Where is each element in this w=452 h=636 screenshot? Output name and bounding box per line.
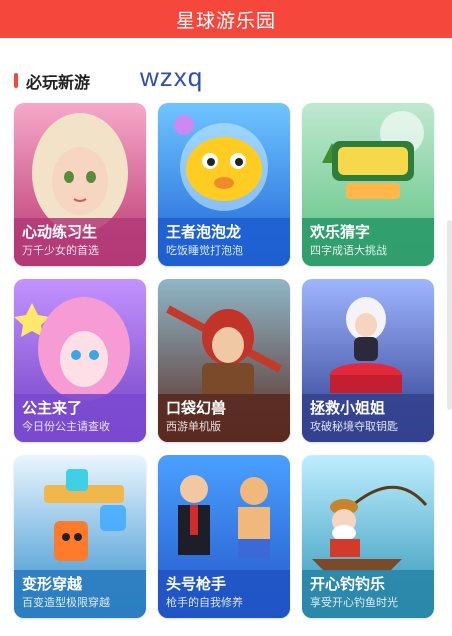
- game-card-2[interactable]: 王者泡泡龙 吃饭睡觉打泡泡: [158, 103, 290, 266]
- game-name: 变形穿越: [22, 575, 83, 593]
- game-card-9[interactable]: 开心钓钓乐 享受开心钓鱼时光: [302, 455, 434, 618]
- overlay-watermark-text: wzxq: [140, 62, 204, 92]
- game-card-8[interactable]: 头号枪手 枪手的自我修养: [158, 455, 290, 618]
- game-desc: 百变造型极限穿越: [22, 596, 110, 609]
- game-name: 头号枪手: [166, 575, 227, 593]
- game-desc: 吃饭睡觉打泡泡: [166, 244, 243, 257]
- section-title: 必玩新游: [26, 73, 91, 92]
- game-name: 开心钓钓乐: [310, 575, 386, 593]
- game-card-5[interactable]: 口袋幻兽 西游单机版: [158, 279, 290, 442]
- game-desc: 享受开心钓鱼时光: [310, 596, 398, 609]
- game-desc: 万千少女的首选: [22, 244, 99, 257]
- app-header: 星球游乐园: [0, 0, 452, 38]
- game-desc: 四字成语大挑战: [310, 244, 387, 257]
- section-header: 必玩新游 wzxq: [0, 62, 452, 98]
- game-name: 心动练习生: [22, 223, 98, 241]
- game-name: 王者泡泡龙: [166, 223, 242, 241]
- game-desc: 枪手的自我修养: [166, 596, 243, 609]
- game-desc: 西游单机版: [166, 420, 221, 433]
- game-card-4[interactable]: 公主来了 今日份公主请查收: [14, 279, 146, 442]
- game-name: 拯救小姐姐: [310, 399, 386, 417]
- section-accent-bar: [14, 73, 18, 88]
- game-name: 欢乐猜字: [310, 223, 371, 241]
- game-desc: 攻破秘境夺取钥匙: [310, 420, 398, 433]
- game-card-6[interactable]: 拯救小姐姐 攻破秘境夺取钥匙: [302, 279, 434, 442]
- game-desc: 今日份公主请查收: [22, 420, 110, 433]
- app-title: 星球游乐园: [175, 9, 276, 32]
- scrollbar[interactable]: [447, 220, 452, 410]
- game-card-1[interactable]: 心动练习生 万千少女的首选: [14, 103, 146, 266]
- game-name: 口袋幻兽: [166, 399, 227, 417]
- game-name: 公主来了: [22, 399, 83, 417]
- game-card-7[interactable]: 变形穿越 百变造型极限穿越: [14, 455, 146, 618]
- game-card-3[interactable]: 欢乐猜字 四字成语大挑战: [302, 103, 434, 266]
